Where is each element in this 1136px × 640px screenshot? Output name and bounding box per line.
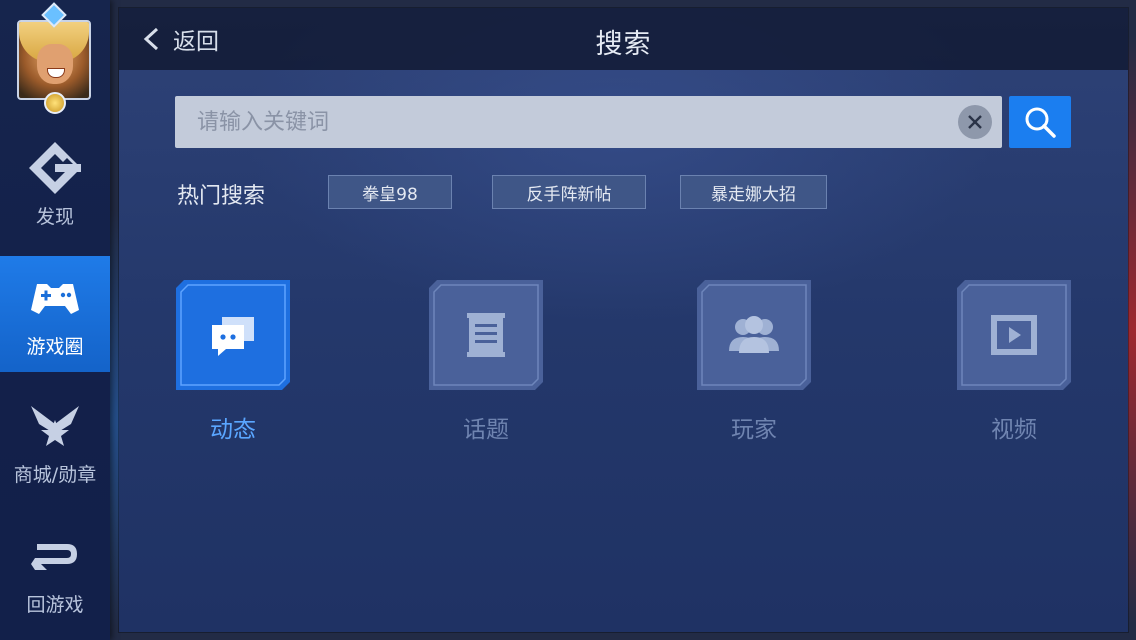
category-label: 视频 <box>991 417 1037 443</box>
video-play-icon <box>987 311 1041 359</box>
category-label: 玩家 <box>731 417 777 443</box>
search-input[interactable] <box>175 96 935 148</box>
avatar-face <box>37 44 73 84</box>
hot-search-label: 热门搜索 <box>177 184 266 209</box>
sidebar-item-discover[interactable]: 发现 <box>0 126 110 242</box>
search-button[interactable] <box>1009 96 1071 148</box>
clear-button[interactable] <box>958 105 992 139</box>
category-video[interactable]: 视频 <box>957 280 1071 444</box>
sidebar-item-label: 游戏圈 <box>26 335 84 358</box>
shop-medal-icon <box>27 398 83 454</box>
category-tile <box>176 280 290 390</box>
sidebar: 发现 游戏圈 商城/勋章 回游戏 <box>0 0 110 640</box>
hot-tag-1[interactable]: 拳皇98 <box>328 175 452 209</box>
sidebar-item-label: 商城/勋章 <box>13 463 97 486</box>
category-tile <box>957 280 1071 390</box>
search-box <box>175 96 1002 148</box>
search-icon <box>1025 107 1056 138</box>
sidebar-item-return-game[interactable]: 回游戏 <box>0 514 110 630</box>
sidebar-item-label: 回游戏 <box>26 593 84 616</box>
category-feed[interactable]: 动态 <box>176 280 290 444</box>
avatar-badge-icon <box>44 92 66 114</box>
close-icon <box>968 115 982 129</box>
avatar[interactable] <box>17 20 91 100</box>
search-panel: 返回 搜索 热门搜索 拳皇98 反手阵新帖 暴走娜大招 <box>119 8 1128 632</box>
category-tile <box>429 280 543 390</box>
hot-tag-2[interactable]: 反手阵新帖 <box>492 175 646 209</box>
category-label: 动态 <box>210 417 256 443</box>
category-players[interactable]: 玩家 <box>697 280 811 444</box>
hot-tag-3[interactable]: 暴走娜大招 <box>680 175 827 209</box>
players-icon <box>727 311 781 359</box>
top-bar: 返回 搜索 <box>119 8 1128 70</box>
category-topic[interactable]: 话题 <box>429 280 543 444</box>
page-title: 搜索 <box>595 29 652 60</box>
avatar-mouth <box>47 68 65 78</box>
discover-icon <box>27 140 83 196</box>
sidebar-item-shop-medal[interactable]: 商城/勋章 <box>0 384 110 500</box>
sidebar-item-game-circle[interactable]: 游戏圈 <box>0 256 110 372</box>
scroll-list-icon <box>459 311 513 359</box>
category-label: 话题 <box>463 417 509 443</box>
category-tile <box>697 280 811 390</box>
gamepad-icon <box>27 270 83 326</box>
return-game-icon <box>27 528 83 584</box>
chat-bubbles-icon <box>206 311 260 359</box>
sidebar-item-label: 发现 <box>35 205 74 228</box>
